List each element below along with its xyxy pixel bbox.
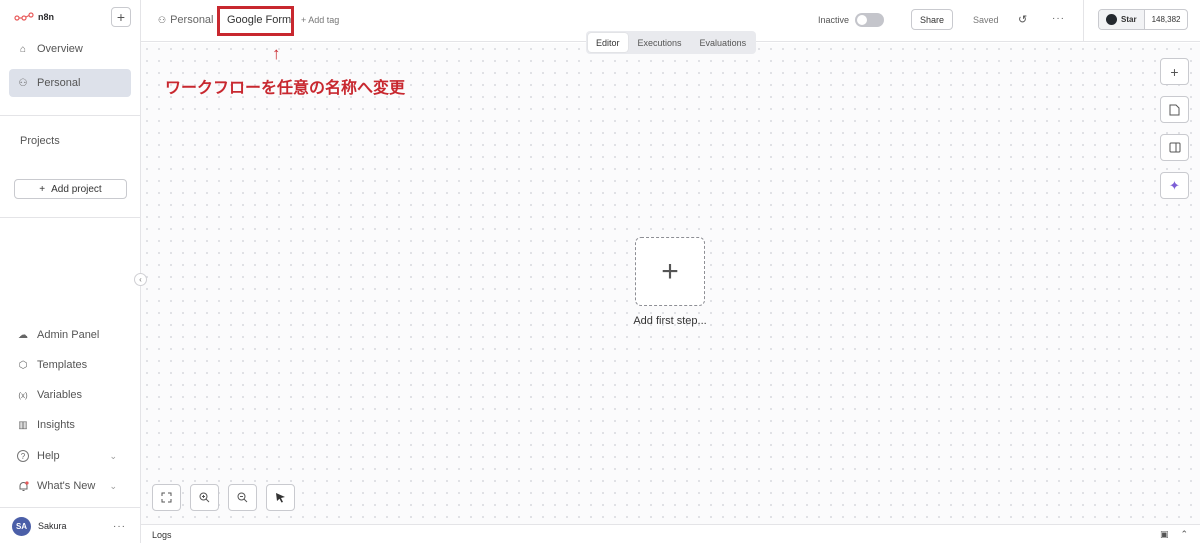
plus-icon: +: [661, 254, 679, 288]
help-icon: ?: [17, 450, 29, 462]
cursor-icon: [276, 493, 285, 503]
fit-view-icon: [161, 492, 172, 503]
variables-icon: (x): [18, 390, 28, 400]
sidebar-item-label: What's New: [37, 480, 96, 492]
sidebar-item-label: Admin Panel: [37, 329, 100, 341]
add-project-button[interactable]: + Add project: [14, 179, 127, 199]
ai-assistant-button[interactable]: ✦: [1160, 172, 1189, 199]
active-toggle[interactable]: [855, 13, 884, 27]
canvas-zoom-toolbar: [152, 484, 295, 511]
more-icon[interactable]: ···: [1052, 13, 1065, 24]
sidebar-item-help[interactable]: ? Help ⌄: [9, 442, 131, 470]
sidebar-item-admin-panel[interactable]: ☁ Admin Panel: [9, 321, 131, 349]
user-menu[interactable]: SA Sakura ···: [12, 515, 132, 537]
github-icon: [1106, 14, 1117, 25]
panel-icon: [1169, 142, 1180, 153]
document-icon: [1169, 104, 1180, 115]
zoom-in-icon: [199, 492, 210, 503]
add-node-button[interactable]: +: [1160, 58, 1189, 85]
box-icon: ⬡: [18, 359, 28, 371]
tab-editor[interactable]: Editor: [588, 33, 628, 52]
sidebar-item-overview[interactable]: ⌂ Overview: [9, 35, 131, 63]
sticky-note-button[interactable]: [1160, 96, 1189, 123]
sidebar-collapse-icon[interactable]: ‹: [134, 273, 147, 286]
divider: [1083, 0, 1084, 42]
view-tabs: Editor Executions Evaluations: [586, 31, 757, 54]
logs-panel-bar[interactable]: Logs ▣ ⌃: [141, 524, 1200, 543]
chevron-down-icon: ⌄: [109, 480, 117, 491]
divider: [0, 217, 141, 218]
panel-toggle-button[interactable]: [1160, 134, 1189, 161]
sidebar-item-variables[interactable]: (x) Variables: [9, 381, 131, 409]
tab-executions[interactable]: Executions: [630, 33, 690, 52]
chevron-down-icon: ⌄: [109, 450, 117, 461]
cloud-icon: ☁: [18, 329, 28, 341]
add-first-step-label: Add first step...: [633, 315, 707, 327]
plus-icon: +: [39, 183, 46, 195]
sidebar-item-insights[interactable]: ▥ Insights: [9, 411, 131, 439]
add-button[interactable]: +: [111, 7, 131, 27]
add-first-step-button[interactable]: +: [635, 237, 705, 306]
fit-view-button[interactable]: [152, 484, 181, 511]
sidebar-item-label: Personal: [37, 77, 81, 89]
zoom-out-icon: [237, 492, 248, 503]
sparkle-icon: ✦: [1169, 177, 1180, 193]
divider: [0, 507, 141, 508]
sidebar-item-label: Templates: [37, 359, 88, 371]
home-icon: ⌂: [19, 43, 27, 55]
sidebar-item-label: Variables: [37, 389, 83, 401]
canvas-right-toolbar: + ✦: [1160, 58, 1189, 199]
share-button[interactable]: Share: [911, 9, 953, 30]
save-status: Saved: [973, 15, 999, 25]
annotation-highlight-box: [217, 6, 294, 36]
app-name: n8n: [38, 12, 55, 22]
sidebar-item-templates[interactable]: ⬡ Templates: [9, 351, 131, 379]
annotation-text: ワークフローを任意の名称へ変更: [165, 80, 406, 97]
github-star-button[interactable]: Star 148,382: [1098, 9, 1189, 30]
github-star-count: 148,382: [1151, 15, 1181, 24]
sidebar-item-label: Help: [37, 450, 60, 462]
github-star-label: Star: [1121, 15, 1137, 24]
sidebar: n8n + ⌂ Overview ⚇ Personal Projects + A…: [0, 0, 141, 543]
breadcrumb-project: Personal: [170, 14, 214, 26]
chart-icon: ▥: [18, 419, 28, 431]
chevron-up-icon[interactable]: ⌃: [1180, 529, 1188, 540]
user-icon: ⚇: [18, 77, 28, 89]
add-project-label: Add project: [51, 183, 102, 195]
sidebar-item-label: Overview: [37, 43, 83, 55]
user-icon: ⚇: [158, 14, 167, 25]
sidebar-item-personal[interactable]: ⚇ Personal: [9, 69, 131, 97]
zoom-out-button[interactable]: [228, 484, 257, 511]
divider: [0, 115, 141, 116]
sidebar-item-label: Insights: [37, 419, 75, 431]
logs-label: Logs: [152, 530, 172, 540]
more-icon[interactable]: ···: [113, 521, 126, 532]
breadcrumb[interactable]: ⚇ Personal: [158, 14, 214, 26]
avatar: SA: [12, 516, 31, 536]
user-name: Sakura: [38, 521, 67, 531]
toggle-knob: [857, 15, 867, 25]
projects-heading: Projects: [20, 135, 60, 147]
add-tag-link[interactable]: + Add tag: [301, 15, 339, 25]
tab-evaluations[interactable]: Evaluations: [692, 33, 755, 52]
pointer-mode-button[interactable]: [266, 484, 295, 511]
annotation-arrow-icon: ↑: [272, 44, 281, 63]
history-icon[interactable]: ↺: [1018, 13, 1027, 26]
zoom-in-button[interactable]: [190, 484, 219, 511]
sidebar-item-whats-new[interactable]: What's New ⌄: [9, 472, 131, 500]
n8n-logo[interactable]: n8n: [14, 12, 54, 22]
n8n-logo-icon: [14, 12, 34, 21]
active-status-label: Inactive: [818, 15, 850, 25]
popout-icon[interactable]: ▣: [1160, 529, 1169, 540]
bell-icon: [17, 480, 29, 492]
